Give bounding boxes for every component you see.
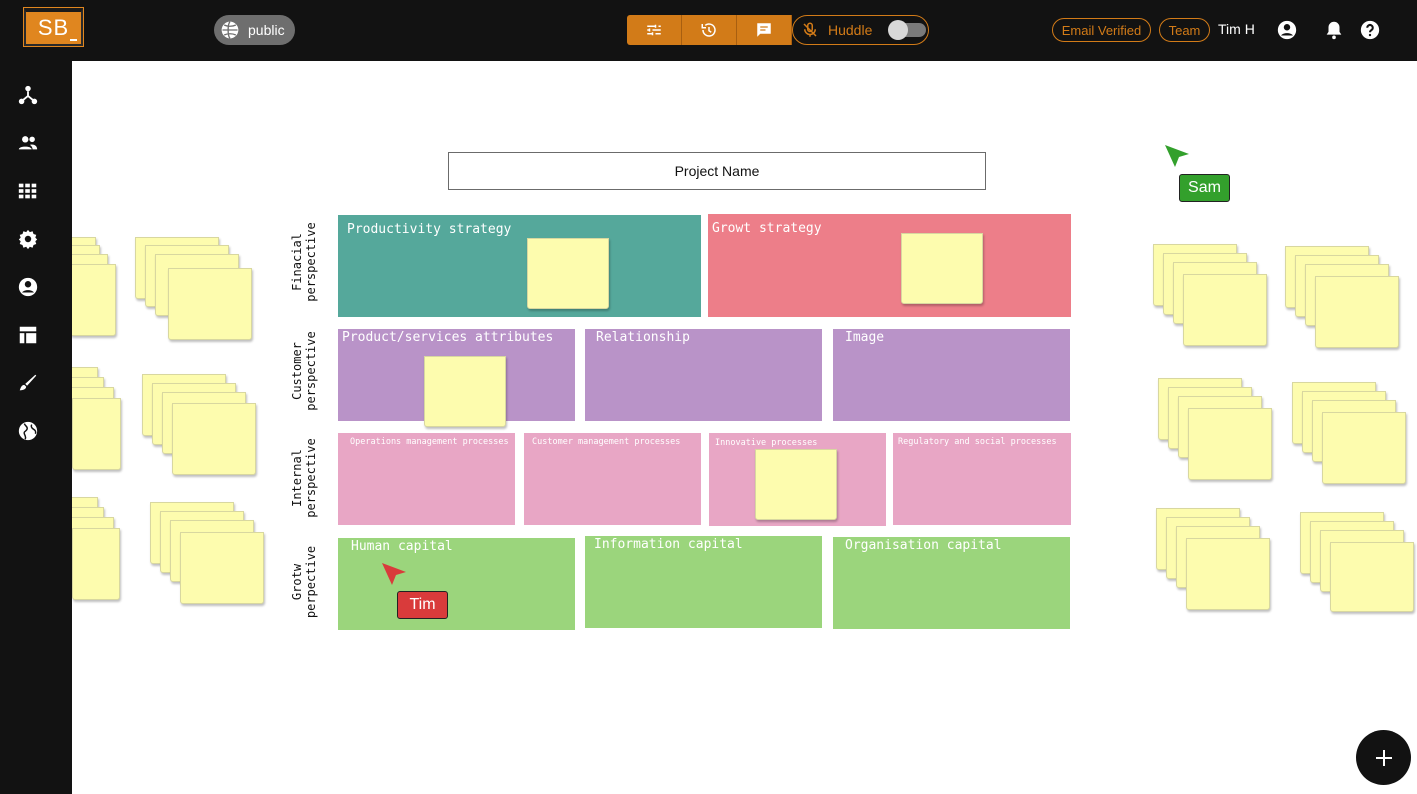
cell-human-capital[interactable]: Human capital (338, 538, 575, 630)
email-verified-badge[interactable]: Email Verified (1052, 18, 1151, 42)
cell-label: Information capital (594, 537, 743, 552)
cell-customer-management[interactable]: Customer management processes (524, 433, 701, 525)
cell-label: Image (845, 330, 885, 345)
row-label-financial: Finacial perspective (290, 212, 320, 312)
layout-icon[interactable] (17, 324, 39, 346)
row-label-line: Internal (290, 449, 304, 507)
sticky-note[interactable] (172, 403, 256, 475)
cursor-label-sam: Sam (1179, 174, 1230, 202)
sticky-note[interactable] (180, 532, 264, 604)
cell-label: Human capital (351, 539, 453, 554)
bell-icon[interactable] (1323, 19, 1345, 41)
cell-regulatory-social[interactable]: Regulatory and social processes (893, 433, 1071, 525)
sticky-note[interactable] (755, 449, 837, 520)
cursor-pointer-icon (1165, 145, 1189, 167)
people-icon[interactable] (17, 132, 39, 154)
huddle-control[interactable]: Huddle (792, 15, 929, 45)
cell-growth-strategy[interactable]: Growt strategy (708, 214, 1071, 317)
add-button[interactable] (1356, 730, 1411, 785)
user-name: Tim H (1218, 21, 1255, 37)
sliders-icon (647, 24, 661, 36)
logo-text: SB (37, 15, 70, 40)
mic-off-icon (803, 22, 817, 37)
adjust-button[interactable] (627, 15, 682, 45)
settings-icon[interactable] (17, 228, 39, 250)
row-label-customer: Customer perspective (290, 321, 320, 421)
cell-label: Customer management processes (532, 437, 681, 447)
row-label-internal: Internal perspective (290, 428, 320, 528)
app-logo[interactable]: SB (24, 8, 83, 46)
sticky-note[interactable] (1188, 408, 1272, 480)
cell-label: Regulatory and social processes (898, 437, 1057, 447)
cell-relationship[interactable]: Relationship (585, 329, 822, 421)
cell-operations-management[interactable]: Operations management processes (338, 433, 515, 525)
sticky-note[interactable] (1183, 274, 1267, 346)
row-label-line: Finacial (290, 233, 304, 291)
top-bar: SB public Huddle Email Verified Team Tim… (0, 0, 1417, 61)
cell-label: Organisation capital (845, 538, 1002, 553)
row-label-line: Customer (290, 342, 304, 400)
cell-label: Growt strategy (712, 221, 822, 236)
toolbar-group: Huddle (627, 15, 929, 45)
cell-label: Innovative processes (715, 438, 818, 448)
cell-label: Relationship (596, 330, 690, 345)
toggle-knob (888, 20, 909, 40)
cursor-label-tim: Tim (397, 591, 448, 619)
sticky-note[interactable] (168, 268, 252, 340)
chat-icon (757, 23, 771, 37)
sticky-note[interactable] (72, 528, 120, 600)
sidebar (0, 61, 72, 794)
brush-icon[interactable] (17, 372, 39, 394)
sticky-note[interactable] (1330, 542, 1414, 612)
cell-organisation-capital[interactable]: Organisation capital (833, 537, 1070, 629)
sticky-note[interactable] (1315, 276, 1399, 348)
globe-icon (221, 21, 239, 39)
history-button[interactable] (682, 15, 737, 45)
plus-icon (1375, 749, 1392, 766)
cell-image[interactable]: Image (833, 329, 1070, 421)
row-label-growth: Grotw perpective (290, 532, 320, 632)
grid-icon[interactable] (17, 180, 39, 202)
huddle-toggle[interactable] (888, 20, 927, 40)
row-label-line: perspective (304, 438, 318, 518)
board-canvas[interactable]: Project Name Finacial perspective Custome… (72, 61, 1417, 794)
visibility-label: public (248, 22, 285, 38)
sticky-note[interactable] (1322, 412, 1406, 484)
sticky-note[interactable] (527, 238, 609, 309)
cell-productivity-strategy[interactable]: Productivity strategy (338, 215, 701, 317)
row-label-line: perspective (304, 222, 318, 302)
sticky-note[interactable] (72, 264, 116, 336)
account-icon[interactable] (1276, 19, 1298, 41)
project-name-field[interactable]: Project Name (448, 152, 986, 190)
row-label-line: perpective (304, 545, 318, 619)
cell-label: Product/services attributes (342, 330, 554, 345)
chat-button[interactable] (737, 15, 792, 45)
sticky-note[interactable] (901, 233, 983, 304)
help-icon[interactable] (1359, 19, 1381, 41)
cursor-pointer-icon (382, 563, 406, 585)
sticky-note[interactable] (424, 356, 506, 427)
globe-icon[interactable] (17, 420, 39, 442)
visibility-button[interactable]: public (214, 15, 295, 45)
network-icon[interactable] (17, 84, 39, 106)
cell-label: Operations management processes (350, 437, 509, 447)
huddle-label: Huddle (828, 22, 873, 38)
team-button[interactable]: Team (1159, 18, 1210, 42)
account-circle-icon[interactable] (17, 276, 39, 298)
row-label-line: Grotw (290, 563, 304, 601)
sticky-note[interactable] (1186, 538, 1270, 610)
cell-label: Productivity strategy (347, 222, 512, 237)
history-icon (701, 23, 716, 37)
row-label-line: perspective (304, 331, 318, 411)
cell-information-capital[interactable]: Information capital (585, 536, 822, 628)
sticky-note[interactable] (72, 398, 121, 470)
